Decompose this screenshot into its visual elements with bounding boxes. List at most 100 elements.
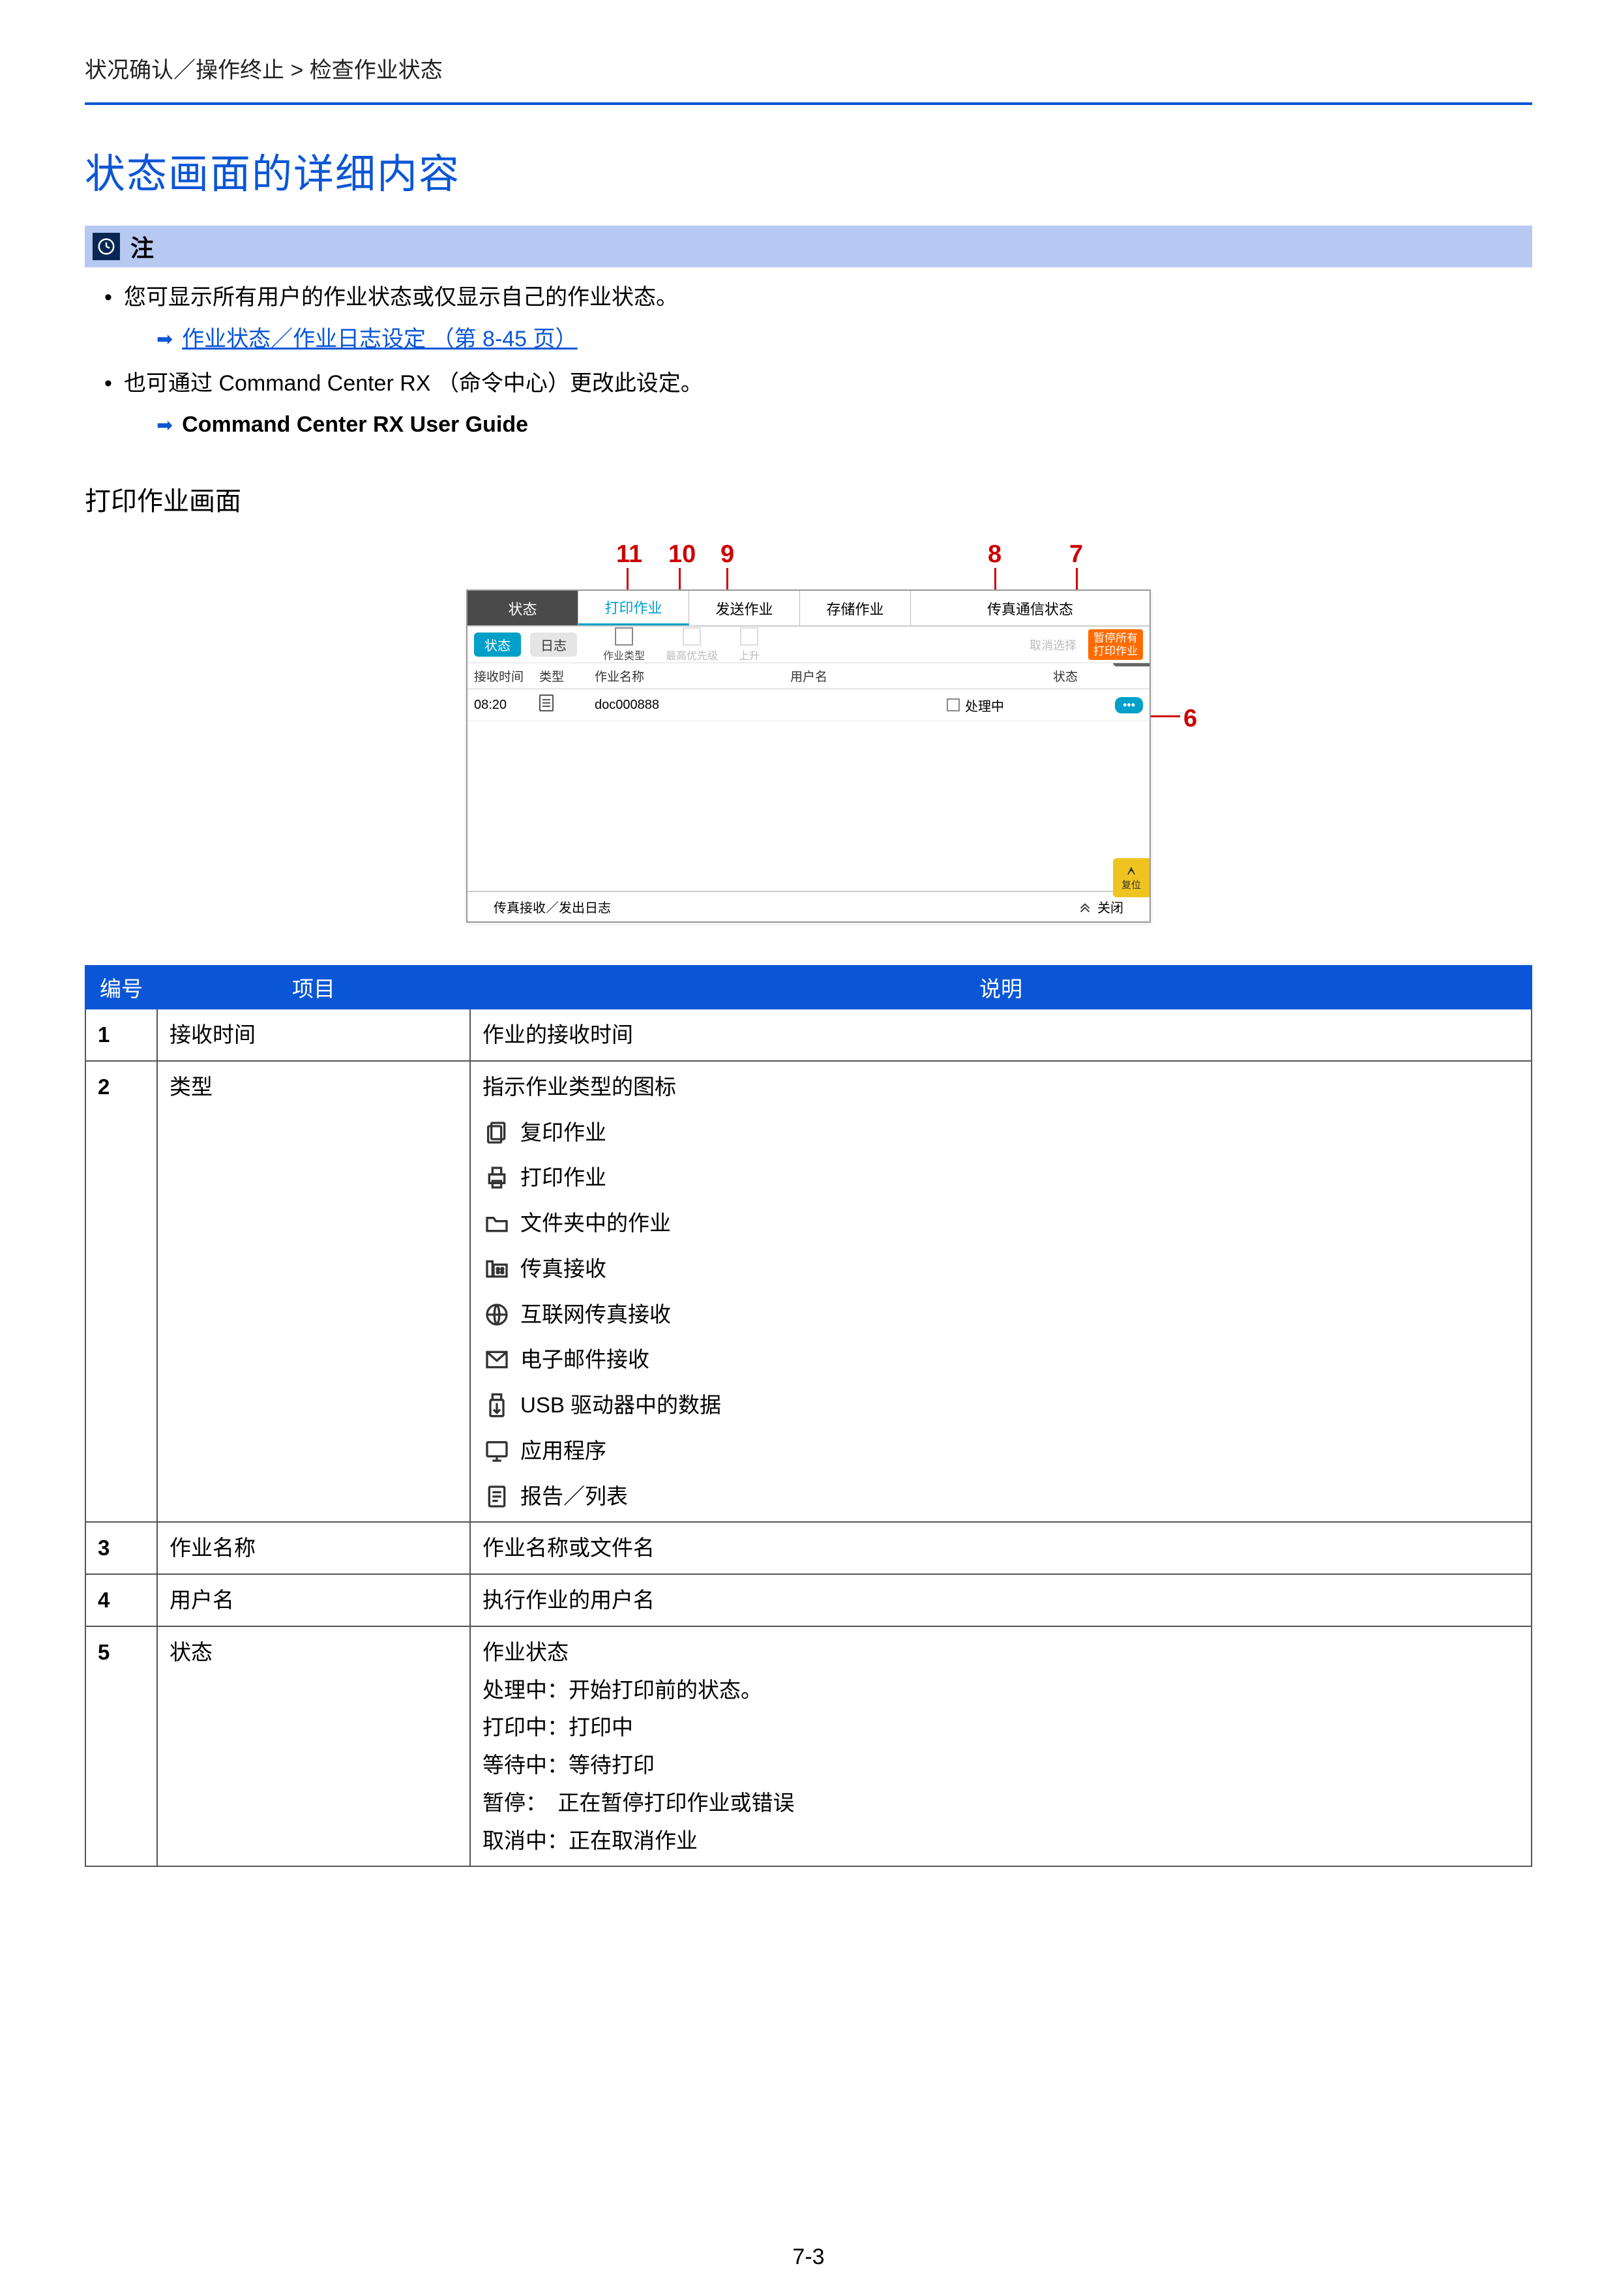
cell-status: 处理中	[965, 696, 1004, 715]
panel-toolbar: 状态 日志 作业类型 最高优先级 上升 取消选择 暂停所有 打印作业	[467, 627, 1150, 663]
divider	[85, 102, 1532, 105]
col-job-name: 作业名称	[595, 667, 790, 685]
desc-intro: 指示作业类型的图标	[482, 1068, 1519, 1106]
table-row: 5 状态 作业状态 处理中：开始打印前的状态。 打印中：打印中 等待中：等待打印…	[85, 1626, 1532, 1867]
col-receive-time: 接收时间	[474, 667, 539, 685]
callout-6: 6	[1183, 705, 1197, 733]
note-bullet-1-text: 您可显示所有用户的作业状态或仅显示自己的作业状态。	[124, 285, 678, 310]
doc-icon	[539, 694, 554, 711]
cell-type	[539, 694, 595, 715]
breadcrumb: 状况确认／操作终止 > 检查作业状态	[85, 52, 1532, 84]
log-chip[interactable]: 日志	[530, 633, 577, 657]
more-button[interactable]: •••	[1115, 697, 1143, 713]
cell-num: 1	[85, 1009, 157, 1061]
reset-button[interactable]: 复位	[1113, 858, 1150, 897]
icon-label: 传真接收	[520, 1250, 606, 1288]
link-cc-rx-guide[interactable]: Command Center RX User Guide	[182, 406, 528, 444]
callout-8: 8	[988, 541, 1001, 569]
usb-data-icon	[482, 1391, 511, 1420]
icon-label: 复印作业	[520, 1114, 606, 1152]
close-label: 关闭	[1097, 897, 1123, 916]
cell-desc: 作业名称或文件名	[470, 1522, 1532, 1574]
tab-store-jobs[interactable]: 存储作业	[800, 591, 911, 625]
icon-label: USB 驱动器中的数据	[520, 1386, 721, 1424]
cell-num: 5	[85, 1626, 157, 1867]
folder-job-icon	[482, 1209, 511, 1238]
link-job-status-log[interactable]: 作业状态／作业日志设定 （第 8-45 页）	[182, 321, 577, 359]
report-list-icon	[482, 1482, 511, 1511]
status-line: 打印中：打印中	[482, 1708, 1519, 1746]
tab-print-jobs[interactable]: 打印作业	[578, 591, 689, 625]
note-label: 注	[130, 230, 154, 263]
cell-item: 状态	[157, 1626, 470, 1867]
tab-status[interactable]: 状态	[467, 591, 578, 625]
th-desc: 说明	[470, 966, 1532, 1009]
ifax-receive-icon	[482, 1300, 511, 1329]
fax-receive-icon	[482, 1255, 511, 1283]
panel-top-tabs: 状态 打印作业 发送作业 存储作业 传真通信状态	[467, 591, 1150, 627]
icon-label: 报告／列表	[520, 1478, 628, 1515]
th-item: 项目	[157, 966, 470, 1009]
icon-label: 应用程序	[520, 1432, 606, 1470]
cell-desc: 作业状态 处理中：开始打印前的状态。 打印中：打印中 等待中：等待打印 暂停： …	[470, 1626, 1532, 1867]
table-row: 2 类型 指示作业类型的图标 复印作业 打印作业 文件夹中的作业 传真接收 互联…	[85, 1061, 1532, 1523]
high-priority-button[interactable]: 最高优先级	[666, 627, 718, 663]
note-bullet-1: 您可显示所有用户的作业状态或仅显示自己的作业状态。 ➡ 作业状态／作业日志设定 …	[104, 279, 1532, 359]
status-line: 处理中：开始打印前的状态。	[482, 1671, 1519, 1709]
arrow-icon: ➡	[156, 409, 173, 442]
cell-time: 08:20	[474, 698, 539, 713]
fax-log-button[interactable]: 传真接收／发出日志	[494, 897, 611, 916]
table-row: 4 用户名 执行作业的用户名	[85, 1574, 1532, 1626]
status-line: 暂停： 正在暂停打印作业或错误	[482, 1784, 1519, 1822]
section-title: 打印作业画面	[85, 480, 1532, 518]
cancel-select-button[interactable]: 取消选择	[1030, 636, 1076, 653]
job-type-button[interactable]: 作业类型	[603, 627, 645, 663]
cell-desc: 执行作业的用户名	[470, 1574, 1532, 1626]
icon-label: 电子邮件接收	[520, 1341, 649, 1379]
status-panel: 状态 打印作业 发送作业 存储作业 传真通信状态 节能 状态 日志 作业类型 最…	[466, 589, 1151, 923]
close-button[interactable]: 关闭	[1078, 897, 1123, 916]
page-number: 7-3	[0, 2244, 1617, 2270]
cell-item: 用户名	[157, 1574, 470, 1626]
tab-fax-status[interactable]: 传真通信状态	[911, 591, 1150, 625]
callout-9: 9	[720, 541, 734, 569]
cell-desc: 指示作业类型的图标 复印作业 打印作业 文件夹中的作业 传真接收 互联网传真接收…	[470, 1061, 1532, 1523]
move-up-label: 上升	[739, 647, 760, 663]
status-chip[interactable]: 状态	[474, 633, 521, 657]
cell-num: 4	[85, 1574, 157, 1626]
job-row[interactable]: 08:20 doc000888 处理中 •••	[467, 689, 1150, 721]
pause-all-button[interactable]: 暂停所有 打印作业	[1088, 629, 1143, 660]
job-type-label: 作业类型	[603, 647, 645, 663]
icon-label: 互联网传真接收	[520, 1296, 671, 1334]
description-table: 编号 项目 说明 1 接收时间 作业的接收时间 2 类型 指示作业类型的图标 复…	[85, 965, 1532, 1867]
status-line: 取消中：正在取消作业	[482, 1822, 1519, 1860]
cell-item: 接收时间	[157, 1009, 470, 1061]
icon-label: 文件夹中的作业	[520, 1204, 671, 1242]
page-title: 状态画面的详细内容	[85, 141, 1532, 200]
table-row: 3 作业名称 作业名称或文件名	[85, 1522, 1532, 1574]
copy-job-icon	[482, 1118, 511, 1147]
icon-label: 打印作业	[520, 1159, 606, 1197]
checkbox-icon[interactable]	[947, 698, 960, 711]
desc-intro: 作业状态	[482, 1633, 1519, 1671]
reset-label: 复位	[1121, 878, 1141, 891]
arrow-icon: ➡	[156, 323, 173, 356]
tab-send-jobs[interactable]: 发送作业	[689, 591, 800, 625]
cell-desc: 作业的接收时间	[470, 1009, 1532, 1061]
callout-11: 11	[616, 541, 642, 569]
high-prio-label: 最高优先级	[666, 647, 718, 663]
note-icon	[93, 233, 120, 260]
status-line: 等待中：等待打印	[482, 1746, 1519, 1784]
panel-column-headers: 接收时间 类型 作业名称 用户名 状态	[467, 663, 1150, 689]
table-row: 1 接收时间 作业的接收时间	[85, 1009, 1532, 1061]
email-receive-icon	[482, 1345, 511, 1374]
cell-num: 2	[85, 1061, 157, 1523]
th-number: 编号	[85, 966, 157, 1009]
col-status: 状态	[947, 667, 1143, 685]
col-type: 类型	[539, 667, 595, 685]
cell-num: 3	[85, 1522, 157, 1574]
move-up-button[interactable]: 上升	[739, 627, 760, 663]
note-box: 注 您可显示所有用户的作业状态或仅显示自己的作业状态。 ➡ 作业状态／作业日志设…	[85, 226, 1532, 444]
print-job-icon	[482, 1163, 511, 1192]
callout-7: 7	[1069, 541, 1083, 569]
